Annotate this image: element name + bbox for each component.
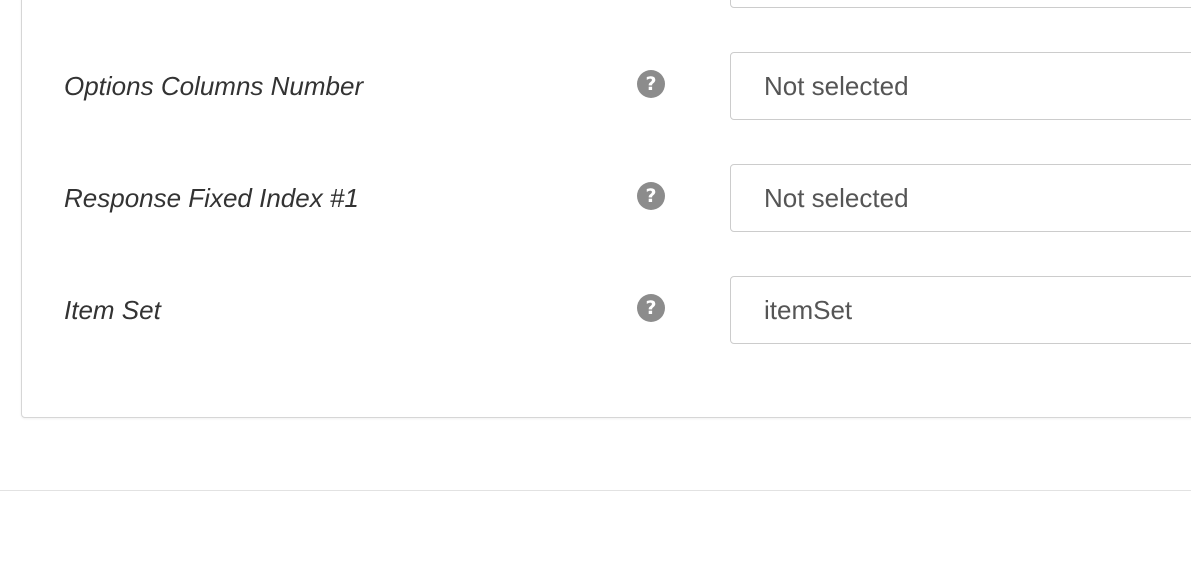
page: Options Columns Number ? Not selected Re…: [0, 0, 1191, 580]
question-circle-icon[interactable]: ?: [637, 70, 665, 98]
field-label: Response Fixed Index #1: [64, 183, 359, 213]
field-value: Not selected: [764, 183, 909, 213]
item-set-input[interactable]: itemSet: [730, 276, 1191, 344]
field-label: Options Columns Number: [64, 71, 364, 101]
form-row-response-fixed-index: Response Fixed Index #1 ? Not selected: [0, 164, 1191, 232]
field-value: itemSet: [764, 295, 853, 325]
previous-field-partial[interactable]: [730, 0, 1191, 8]
divider: [0, 490, 1191, 491]
question-circle-icon[interactable]: ?: [637, 294, 665, 322]
question-circle-icon[interactable]: ?: [637, 182, 665, 210]
form-row-options-columns-number: Options Columns Number ? Not selected: [0, 52, 1191, 120]
field-value: Not selected: [764, 71, 909, 101]
form-row-item-set: Item Set ? itemSet: [0, 276, 1191, 344]
response-fixed-index-select[interactable]: Not selected: [730, 164, 1191, 232]
field-label: Item Set: [64, 295, 161, 325]
options-columns-number-select[interactable]: Not selected: [730, 52, 1191, 120]
